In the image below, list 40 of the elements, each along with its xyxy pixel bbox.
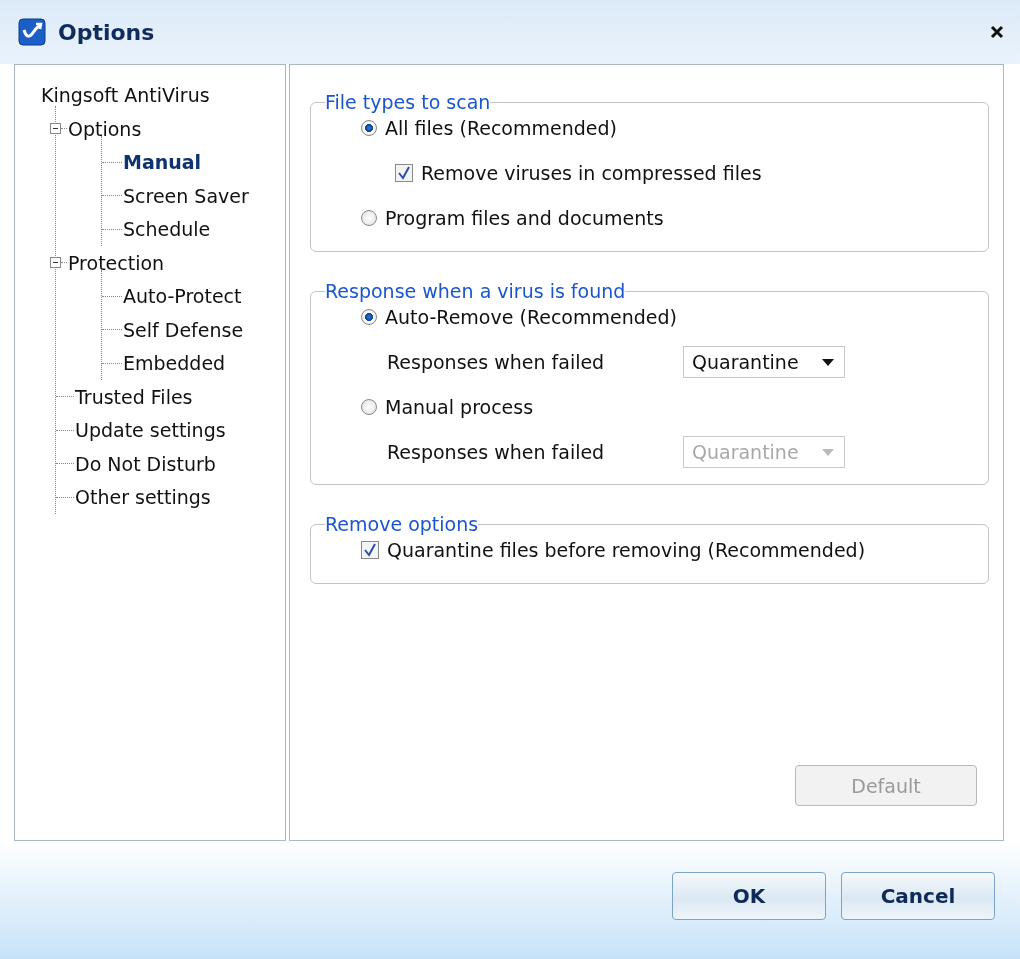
tree-item[interactable]: Manual [122, 151, 202, 174]
tree-item[interactable]: Other settings [74, 486, 211, 509]
radio-button[interactable] [361, 120, 377, 136]
caret-icon [822, 358, 834, 366]
option-label: All files (Recommended) [385, 117, 617, 139]
tree-item[interactable]: Trusted Files [74, 385, 193, 408]
app-logo-icon [18, 18, 46, 46]
radio-button[interactable] [361, 399, 377, 415]
tree-item[interactable]: Auto-Protect [122, 285, 242, 308]
ok-button[interactable]: OK [672, 872, 826, 920]
group-title: File types to scan [325, 91, 491, 113]
window-title: Options [58, 19, 156, 45]
close-icon[interactable] [990, 25, 1004, 39]
option-label: Manual process [385, 396, 534, 418]
group-title: Response when a virus is found [325, 280, 626, 302]
tree-item[interactable]: Update settings [74, 419, 226, 442]
tree-item[interactable]: Do Not Disturb [74, 452, 216, 475]
dropdown[interactable]: Quarantine [683, 346, 845, 378]
tree-item[interactable]: Options [67, 117, 142, 140]
field-label: Responses when failed [387, 351, 606, 373]
radio-button[interactable] [361, 210, 377, 226]
tree-item[interactable]: Embedded [122, 352, 226, 375]
caret-icon [822, 448, 834, 456]
tree-item[interactable]: Protection [67, 251, 165, 274]
checkbox[interactable] [361, 541, 379, 559]
field-label: Responses when failed [387, 441, 606, 463]
tree-item[interactable]: Schedule [122, 218, 211, 241]
collapse-toggle-icon[interactable] [50, 257, 61, 269]
tree-root[interactable]: Kingsoft AntiVirus [41, 79, 285, 112]
option-label: Remove viruses in compressed files [421, 162, 762, 184]
option-label: Program files and documents [385, 207, 664, 229]
group-title: Remove options [325, 513, 479, 535]
checkbox[interactable] [395, 164, 413, 182]
tree-item[interactable]: Screen Saver [122, 184, 249, 207]
radio-button[interactable] [361, 309, 377, 325]
option-label: Quarantine files before removing (Recommended) [387, 539, 866, 561]
option-label: Auto-Remove (Recommended) [385, 306, 677, 328]
cancel-button[interactable]: Cancel [841, 872, 995, 920]
collapse-toggle-icon[interactable] [50, 123, 61, 135]
tree-item[interactable]: Self Defense [122, 318, 244, 341]
